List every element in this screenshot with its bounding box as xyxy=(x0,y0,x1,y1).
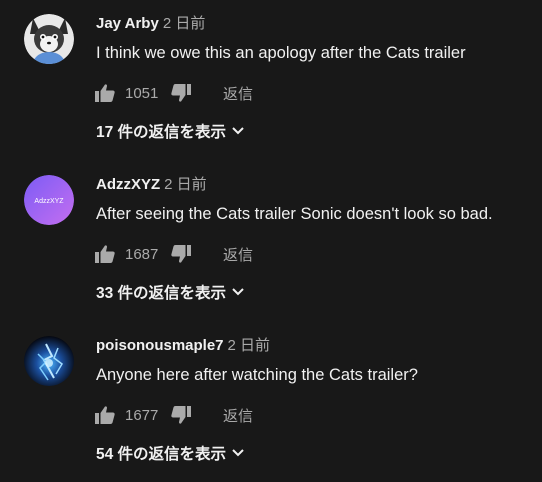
view-replies-button[interactable]: 17 件の返信を表示 xyxy=(96,120,244,142)
author-name[interactable]: AdzzXYZ xyxy=(96,176,160,193)
thumb-up-icon xyxy=(95,406,115,424)
comment-actions: 1687 返信 xyxy=(94,241,253,267)
comment-thread: AdzzXYZ AdzzXYZ 2 日前 After seeing the Cat… xyxy=(0,161,542,321)
chevron-down-icon xyxy=(232,127,244,135)
dislike-button[interactable] xyxy=(170,404,192,426)
like-button[interactable] xyxy=(94,82,116,104)
thumb-up-icon xyxy=(95,245,115,263)
view-replies-button[interactable]: 33 件の返信を表示 xyxy=(96,281,244,303)
view-replies-label: 17 件の返信を表示 xyxy=(96,124,227,141)
author-name[interactable]: Jay Arby xyxy=(96,15,159,32)
comment-time[interactable]: 2 日前 xyxy=(163,15,206,32)
comment-text: After seeing the Cats trailer Sonic does… xyxy=(96,205,493,223)
view-replies-label: 54 件の返信を表示 xyxy=(96,446,227,463)
comment-actions: 1677 返信 xyxy=(94,402,253,428)
author-name[interactable]: poisonousmaple7 xyxy=(96,337,224,354)
thumb-down-icon xyxy=(171,406,191,424)
cartoon-wolf-avatar xyxy=(24,14,74,64)
view-replies-label: 33 件の返信を表示 xyxy=(96,285,227,302)
purple-gradient-avatar: AdzzXYZ xyxy=(24,175,74,225)
author-avatar[interactable] xyxy=(24,336,74,386)
author-avatar[interactable]: AdzzXYZ xyxy=(24,175,74,225)
comment-thread: poisonousmaple7 2 日前 Anyone here after wa… xyxy=(0,322,542,482)
comment-time[interactable]: 2 日前 xyxy=(228,337,271,354)
chevron-down-icon xyxy=(232,288,244,296)
view-replies-button[interactable]: 54 件の返信を表示 xyxy=(96,442,244,464)
thumb-up-icon xyxy=(95,84,115,102)
like-button[interactable] xyxy=(94,404,116,426)
like-count: 1051 xyxy=(125,84,159,102)
like-count: 1677 xyxy=(125,406,159,424)
thumb-down-icon xyxy=(171,84,191,102)
comment-time[interactable]: 2 日前 xyxy=(164,176,207,193)
avatar-text: AdzzXYZ xyxy=(34,198,64,205)
comment-text: I think we owe this an apology after the… xyxy=(96,44,466,62)
dislike-button[interactable] xyxy=(170,243,192,265)
reply-button[interactable]: 返信 xyxy=(223,405,253,426)
thumb-down-icon xyxy=(171,245,191,263)
reply-button[interactable]: 返信 xyxy=(223,83,253,104)
chevron-down-icon xyxy=(232,449,244,457)
reply-button[interactable]: 返信 xyxy=(223,244,253,265)
author-avatar[interactable] xyxy=(24,14,74,64)
comment-header: Jay Arby 2 日前 xyxy=(96,14,205,34)
comment-thread: Jay Arby 2 日前 I think we owe this an apol… xyxy=(0,0,542,160)
dislike-button[interactable] xyxy=(170,82,192,104)
comment-actions: 1051 返信 xyxy=(94,80,253,106)
like-count: 1687 xyxy=(125,245,159,263)
comment-text: Anyone here after watching the Cats trai… xyxy=(96,366,418,384)
blue-lightning-avatar xyxy=(24,336,74,386)
like-button[interactable] xyxy=(94,243,116,265)
comment-header: AdzzXYZ 2 日前 xyxy=(96,175,207,195)
comment-header: poisonousmaple7 2 日前 xyxy=(96,336,270,356)
